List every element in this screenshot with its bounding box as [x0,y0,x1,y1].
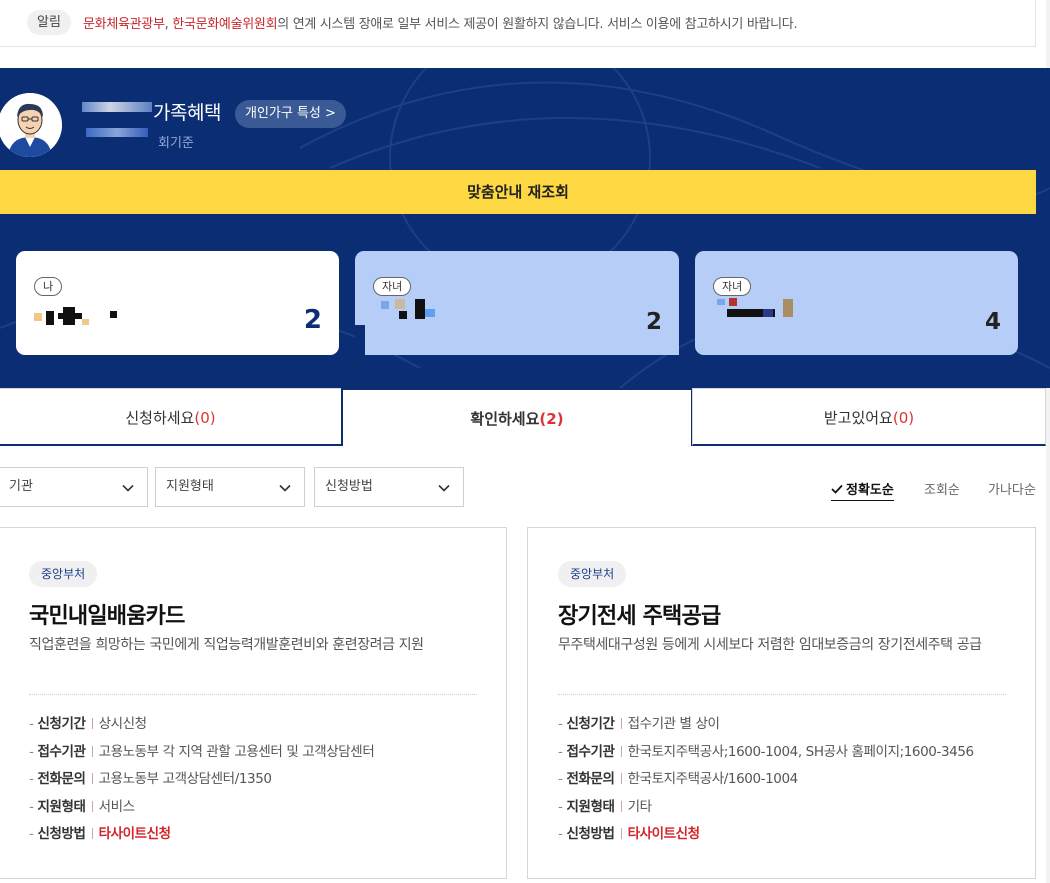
card-description: 무주택세대구성원 등에게 시세보다 저렴한 임대보증금의 장기전세주택 공급 [558,637,982,653]
card-divider [558,694,1006,695]
card-divider [29,694,477,695]
info-label: 신청기간 [566,716,615,732]
info-label: 신청기간 [37,716,86,732]
info-value: 한국토지주택공사/1600-1004 [627,771,799,787]
household-trait-button[interactable]: 개인가구 특성 > [235,100,346,128]
info-row: - 신청방법 타사이트신청 [558,826,701,842]
benefit-card[interactable]: 중앙부처 장기전세 주택공급 무주택세대구성원 등에게 시세보다 저렴한 임대보… [527,527,1036,879]
family-hero: 가족혜택 개인가구 특성 > 회기준 맞춤안내 재조회 나 2 자녀 2 자녀 [0,68,1050,388]
tab-receiving[interactable]: 받고있어요(0) [692,388,1046,446]
tab-label: 받고있어요 [823,409,893,427]
info-row: - 지원형태 기타 [558,798,652,815]
member-relation: 나 [34,277,63,296]
info-label: 신청방법 [37,826,86,842]
notice-org-1[interactable]: 문화체육관광부 [83,17,165,32]
family-title: 가족혜택 [153,102,221,124]
tab-count: (2) [539,410,564,428]
notice-text: 문화체육관광부, 한국문화예술위원회의 연계 시스템 장애로 일부 서비스 제공… [83,13,798,32]
tab-count: (0) [194,409,216,427]
reference-label: 회기준 [158,136,194,151]
info-row: - 전화문의 한국토지주택공사/1600-1004 [558,771,799,787]
category-badge: 중앙부처 [29,561,98,587]
info-label: 전화문의 [566,771,615,787]
info-value: 접수기관 별 상이 [627,716,720,732]
tab-check[interactable]: 확인하세요(2) [341,388,693,446]
info-row: - 지원형태 서비스 [29,798,135,815]
tab-count: (0) [892,409,915,427]
info-row: - 접수기관 한국토지주택공사;1600-1004, SH공사 홈페이지;1600-… [558,743,975,760]
tab-label: 확인하세요 [470,410,540,428]
card-info-list: - 신청기간 접수기관 별 상이 - 접수기관 한국토지주택공사;1600-1004, … [558,712,1013,850]
chevron-down-icon [122,484,134,492]
apply-method-link[interactable]: 타사이트신청 [628,826,701,842]
info-label: 접수기관 [37,743,86,760]
sort-label: 정확도순 [846,483,894,498]
member-benefit-count: 2 [303,305,322,335]
benefit-card[interactable]: 중앙부처 국민내일배움카드 직업훈련을 희망하는 국민에게 직업능력개발훈련비와… [0,527,507,879]
select-value: 지원형태 [166,479,214,494]
chevron-down-icon [279,484,291,492]
info-row: - 신청기간 상시신청 [29,716,147,732]
card-title[interactable]: 국민내일배움카드 [29,598,185,630]
select-value: 기관 [9,479,33,494]
avatar-icon [0,93,62,157]
check-icon [831,484,843,494]
apply-method-link[interactable]: 타사이트신청 [99,826,172,842]
info-label: 신청방법 [566,826,615,842]
notice-tag: 알림 [27,10,71,35]
info-row: - 신청방법 타사이트신청 [29,826,172,842]
info-value: 고용노동부 각 지역 관할 고용센터 및 고객상담센터 [98,743,375,760]
tab-label: 신청하세요 [125,409,195,427]
apply-method-select[interactable]: 신청방법 [314,467,464,507]
info-label: 접수기관 [566,743,615,760]
sort-accuracy[interactable]: 정확도순 [831,479,894,501]
info-row: - 전화문의 고용노동부 고객상담센터/1350 [29,771,272,787]
member-card-child-2[interactable]: 자녀 4 [695,251,1018,355]
notice-message: 의 연계 시스템 장애로 일부 서비스 제공이 원활하지 않습니다. 서비스 이… [277,17,798,32]
card-info-list: - 신청기간 상시신청 - 접수기관 고용노동부 각 지역 관할 고용센터 및 고객상담… [29,712,484,850]
member-card-child-1[interactable]: 자녀 2 [355,251,679,355]
agency-select[interactable]: 기관 [0,467,148,507]
card-title[interactable]: 장기전세 주택공급 [558,598,721,630]
member-benefit-count: 2 [645,309,662,335]
chevron-down-icon [438,484,450,492]
info-value: 고용노동부 고객상담센터/1350 [98,771,272,787]
sort-alphabetical[interactable]: 가나다순 [988,479,1036,498]
name-redaction [70,68,158,171]
info-label: 전화문의 [37,771,86,787]
member-relation: 자녀 [713,277,752,296]
member-benefit-count: 4 [984,309,1001,335]
member-relation: 자녀 [373,277,412,296]
category-badge: 중앙부처 [558,561,627,587]
notice-bar: 알림 문화체육관광부, 한국문화예술위원회의 연계 시스템 장애로 일부 서비스… [0,0,1036,47]
sort-views[interactable]: 조회순 [924,479,960,498]
info-label: 지원형태 [566,798,615,815]
info-value: 기타 [627,798,652,815]
info-value: 한국토지주택공사;1600-1004, SH공사 홈페이지;1600-3456 [627,743,975,760]
member-card-self[interactable]: 나 2 [16,251,339,355]
tab-apply[interactable]: 신청하세요(0) [0,388,342,446]
name-blur [82,102,152,112]
requery-button[interactable]: 맞춤안내 재조회 [0,170,1036,214]
info-row: - 신청기간 접수기관 별 상이 [558,716,720,732]
support-type-select[interactable]: 지원형태 [155,467,305,507]
select-value: 신청방법 [325,479,373,494]
card-description: 직업훈련을 희망하는 국민에게 직업능력개발훈련비와 훈련장려금 지원 [29,637,424,653]
info-value: 상시신청 [98,716,147,732]
info-value: 서비스 [98,798,135,815]
notice-org-2[interactable]: 한국문화예술위원회 [172,17,277,32]
name-blur-sub [86,128,148,137]
info-label: 지원형태 [37,798,86,815]
info-row: - 접수기관 고용노동부 각 지역 관할 고용센터 및 고객상담센터 [29,743,375,760]
